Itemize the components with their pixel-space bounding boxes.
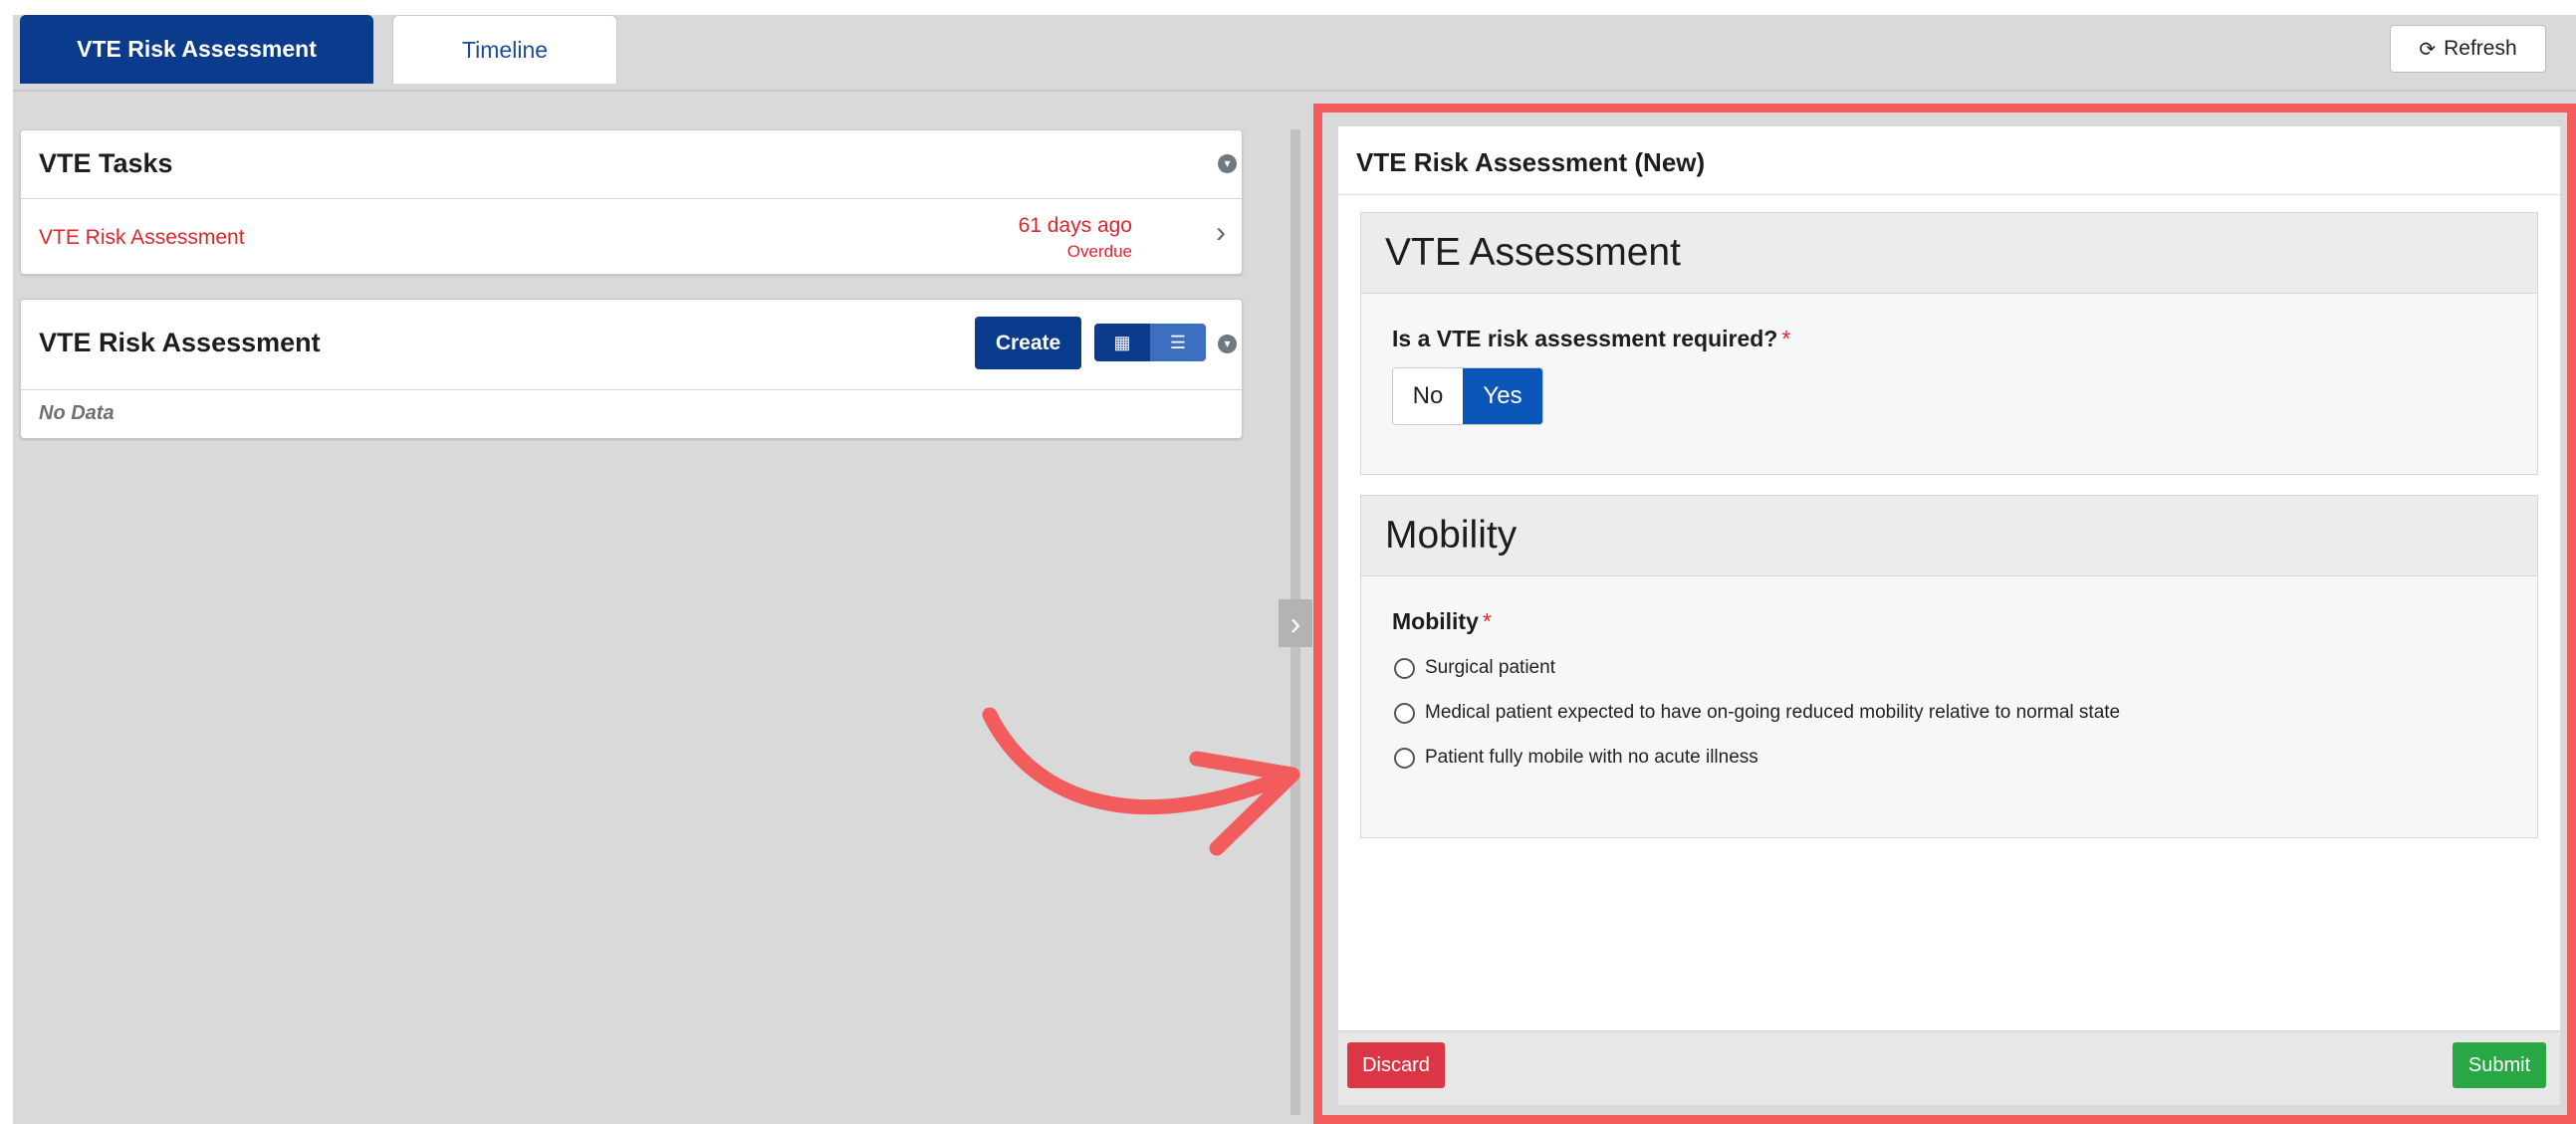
question-label: Is a VTE risk assessment required? *	[1392, 326, 1790, 352]
refresh-icon: ⟳	[2419, 38, 2437, 61]
vte-assessment-section: VTE Assessment Is a VTE risk assessment …	[1360, 212, 2538, 475]
section-heading: Mobility	[1361, 496, 2537, 576]
submit-button[interactable]: Submit	[2453, 1042, 2546, 1088]
radio-label: Medical patient expected to have on-goin…	[1425, 702, 2121, 723]
discard-button[interactable]: Discard	[1347, 1042, 1445, 1088]
radio-button[interactable]	[1394, 702, 1415, 724]
refresh-button[interactable]: ⟳ Refresh	[2390, 25, 2546, 73]
task-due-text: 61 days ago	[1018, 214, 1132, 237]
form-footer: Discard Submit	[1338, 1030, 2560, 1105]
grid-view-icon[interactable]: ▦	[1094, 324, 1150, 361]
form-title: VTE Risk Assessment (New)	[1356, 147, 1706, 177]
vte-tasks-title: VTE Tasks	[39, 148, 173, 178]
divider	[1338, 194, 2560, 195]
radio-option[interactable]: Medical patient expected to have on-goin…	[1394, 702, 2120, 724]
empty-state-text: No Data	[39, 402, 115, 424]
chevron-right-icon[interactable]: ›	[1216, 216, 1226, 250]
section-heading: VTE Assessment	[1361, 213, 2537, 294]
tab-vte-risk-assessment[interactable]: VTE Risk Assessment	[20, 15, 373, 84]
task-due-info: 61 days ago Overdue	[1019, 214, 1132, 262]
radio-button[interactable]	[1394, 657, 1415, 679]
question-label: Mobility *	[1392, 608, 1492, 635]
tab-timeline[interactable]: Timeline	[392, 15, 617, 84]
radio-button[interactable]	[1394, 747, 1415, 769]
collapse-icon[interactable]: ▾	[1218, 335, 1237, 353]
collapse-icon[interactable]: ▾	[1218, 154, 1237, 173]
assessment-form-panel: VTE Risk Assessment (New) VTE Assessment…	[1338, 126, 2560, 1105]
yes-option-button[interactable]: Yes	[1463, 368, 1542, 424]
list-view-icon[interactable]: ☰	[1150, 324, 1206, 361]
task-status-text: Overdue	[1066, 242, 1132, 261]
vte-risk-assessment-card: VTE Risk Assessment Create ▦ ☰ ▾ No Data	[20, 299, 1243, 439]
yes-no-toggle: No Yes	[1392, 367, 1543, 425]
risk-assessment-title: VTE Risk Assessment	[39, 328, 321, 357]
create-button[interactable]: Create	[975, 317, 1081, 369]
mobility-section: Mobility Mobility * Surgical patient Medi…	[1360, 495, 2538, 838]
vte-tasks-card: VTE Tasks ▾ VTE Risk Assessment 61 days …	[20, 129, 1243, 275]
divider	[21, 198, 1242, 199]
refresh-label: Refresh	[2444, 37, 2517, 60]
question-text: Mobility	[1392, 608, 1479, 634]
divider	[21, 389, 1242, 390]
expand-panel-icon[interactable]: ›	[1279, 599, 1312, 647]
radio-option[interactable]: Surgical patient	[1394, 657, 1555, 679]
radio-label: Surgical patient	[1425, 657, 1555, 678]
radio-label: Patient fully mobile with no acute illne…	[1425, 747, 1758, 768]
question-text: Is a VTE risk assessment required?	[1392, 326, 1778, 351]
annotation-arrow-icon	[982, 707, 1300, 856]
radio-option[interactable]: Patient fully mobile with no acute illne…	[1394, 747, 1758, 769]
required-marker: *	[1482, 608, 1492, 634]
required-marker: *	[1781, 326, 1791, 351]
task-link[interactable]: VTE Risk Assessment	[39, 226, 245, 250]
tab-bar-divider	[13, 90, 2576, 92]
no-option-button[interactable]: No	[1393, 368, 1463, 424]
view-toggle: ▦ ☰	[1094, 324, 1206, 361]
